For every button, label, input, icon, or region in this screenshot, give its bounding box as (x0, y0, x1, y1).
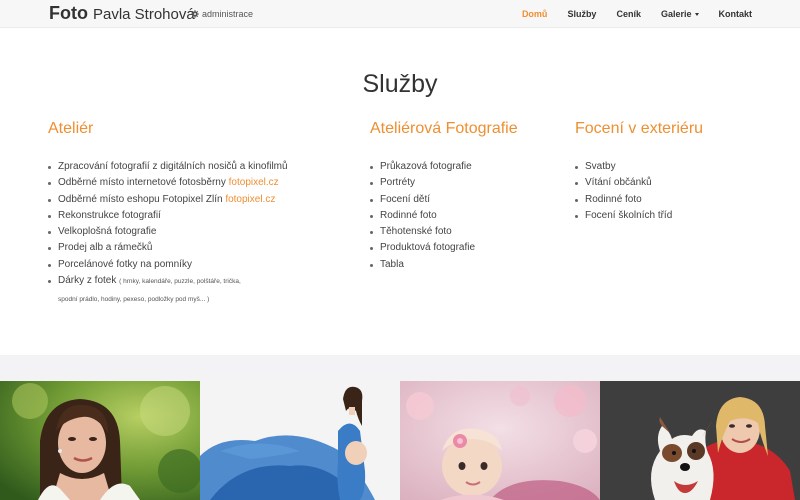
list-item-text: Zpracování fotografií z digitálních nosi… (58, 161, 288, 172)
list-item: Vítání občánků (575, 175, 703, 191)
main-nav: Domů Služby Ceník Galerie Kontakt (502, 0, 752, 28)
brand-name-text: Pavla Strohová (92, 6, 195, 23)
list-item: Velkoplošná fotografie (48, 224, 288, 240)
list-item: Rekonstrukce fotografií (48, 208, 288, 224)
column-heading: Ateliérová Fotografie (370, 120, 518, 137)
nav-item-sluzby[interactable]: Služby (567, 9, 596, 19)
list-item-text: Portréty (380, 177, 416, 189)
fotopixel-link[interactable]: fotopixel.cz (229, 177, 279, 188)
list-item-text: Tabla (380, 258, 404, 270)
photo-pregnancy[interactable] (200, 381, 400, 500)
list-item-text: Odběrné místo eshopu Fotopixel Zlín (58, 193, 226, 205)
list-item: Rodinné foto (575, 192, 703, 208)
admin-link[interactable]: administrace (191, 9, 253, 19)
list-item-text: Rekonstrukce fotografií (58, 209, 161, 221)
service-list: Zpracování fotografií z digitálních nosi… (48, 159, 288, 308)
list-item: Prodej alb a rámečků (48, 240, 288, 256)
photo-baby[interactable] (400, 381, 600, 500)
admin-label: administrace (202, 9, 254, 19)
list-item: Focení školních tříd (575, 208, 703, 224)
list-item: Porcelánové fotky na pomníky (48, 257, 288, 273)
service-list: Svatby Vítání občánků Rodinné foto Focen… (575, 159, 703, 224)
list-item: Portréty (370, 175, 518, 191)
list-item: Průkazová fotografie (370, 159, 518, 175)
service-list: Průkazová fotografie Portréty Focení dět… (370, 159, 518, 273)
list-item-note: ( hrnky, kalendáře, puzzle, polštáře, tr… (119, 278, 241, 286)
column-heading: Focení v exteriéru (575, 120, 704, 137)
list-item: Tabla (370, 257, 518, 273)
navbar: Foto Pavla Strohová administrace Domů Sl… (0, 0, 800, 28)
list-item-text: Porcelánové fotky na pomníky (58, 258, 192, 270)
list-item-text: Focení dětí (380, 193, 431, 205)
caret-down-icon (694, 13, 699, 16)
bride-image (0, 381, 200, 500)
list-item: Dárky z fotek ( hrnky, kalendáře, puzzle… (48, 273, 288, 308)
brand-logo[interactable]: Foto Pavla Strohová (49, 3, 195, 24)
photo-bride[interactable] (0, 381, 200, 500)
list-item-text: Velkoplošná fotografie (58, 226, 157, 238)
gear-icon (191, 10, 199, 18)
nav-item-cenik[interactable]: Ceník (616, 9, 641, 19)
list-item: Těhotenské foto (370, 224, 518, 240)
services-column-studio: Ateliérová Fotografie Průkazová fotograf… (370, 120, 518, 273)
list-item: Focení dětí (370, 192, 518, 208)
list-item-text: Odběrné místo internetové fotosběrny (58, 177, 229, 189)
section-divider-band (0, 355, 800, 381)
brand-bold-text: Foto (49, 3, 88, 23)
nav-item-galerie-label: Galerie (660, 9, 692, 19)
list-item: Produktová fotografie (370, 240, 518, 256)
services-column-atelier: Ateliér Zpracování fotografií z digitáln… (48, 120, 288, 308)
list-item: Rodinné foto (370, 208, 518, 224)
nav-item-kontakt[interactable]: Kontakt (719, 9, 753, 19)
list-item-text: Těhotenské foto (380, 226, 452, 238)
nav-item-domu[interactable]: Domů (522, 9, 548, 19)
list-item-note-continued: spodní prádlo, hodiny, pexeso, podložky … (58, 296, 210, 304)
list-item-text: Průkazová fotografie (380, 161, 472, 172)
list-item: Odběrné místo eshopu Fotopixel Zlín foto… (48, 192, 288, 208)
list-item: Svatby (575, 159, 703, 175)
list-item-text: Rodinné foto (380, 209, 437, 221)
services-column-exterior: Focení v exteriéru Svatby Vítání občánků… (575, 120, 703, 224)
list-item-text: Produktová fotografie (380, 242, 476, 254)
list-item-text: Prodej alb a rámečků (58, 242, 153, 254)
woman-dog-image (600, 381, 800, 500)
list-item-text: Svatby (585, 161, 616, 172)
page-title: Služby (362, 70, 438, 98)
list-item: Zpracování fotografií z digitálních nosi… (48, 159, 288, 175)
list-item-text: Vítání občánků (585, 177, 652, 189)
list-item-text: Focení školních tříd (585, 209, 673, 221)
fotopixel-eshop-link[interactable]: fotopixel.cz (225, 194, 275, 205)
nav-item-galerie[interactable]: Galerie (661, 9, 699, 19)
list-item: Odběrné místo internetové fotosběrny fot… (48, 175, 288, 191)
list-item-text: Rodinné foto (585, 193, 642, 205)
photo-woman-dog[interactable] (600, 381, 800, 500)
photo-strip (0, 381, 800, 500)
baby-image (400, 381, 600, 500)
list-item-text: Dárky z fotek (58, 275, 120, 287)
pregnancy-image (200, 381, 400, 500)
column-heading: Ateliér (48, 120, 94, 137)
